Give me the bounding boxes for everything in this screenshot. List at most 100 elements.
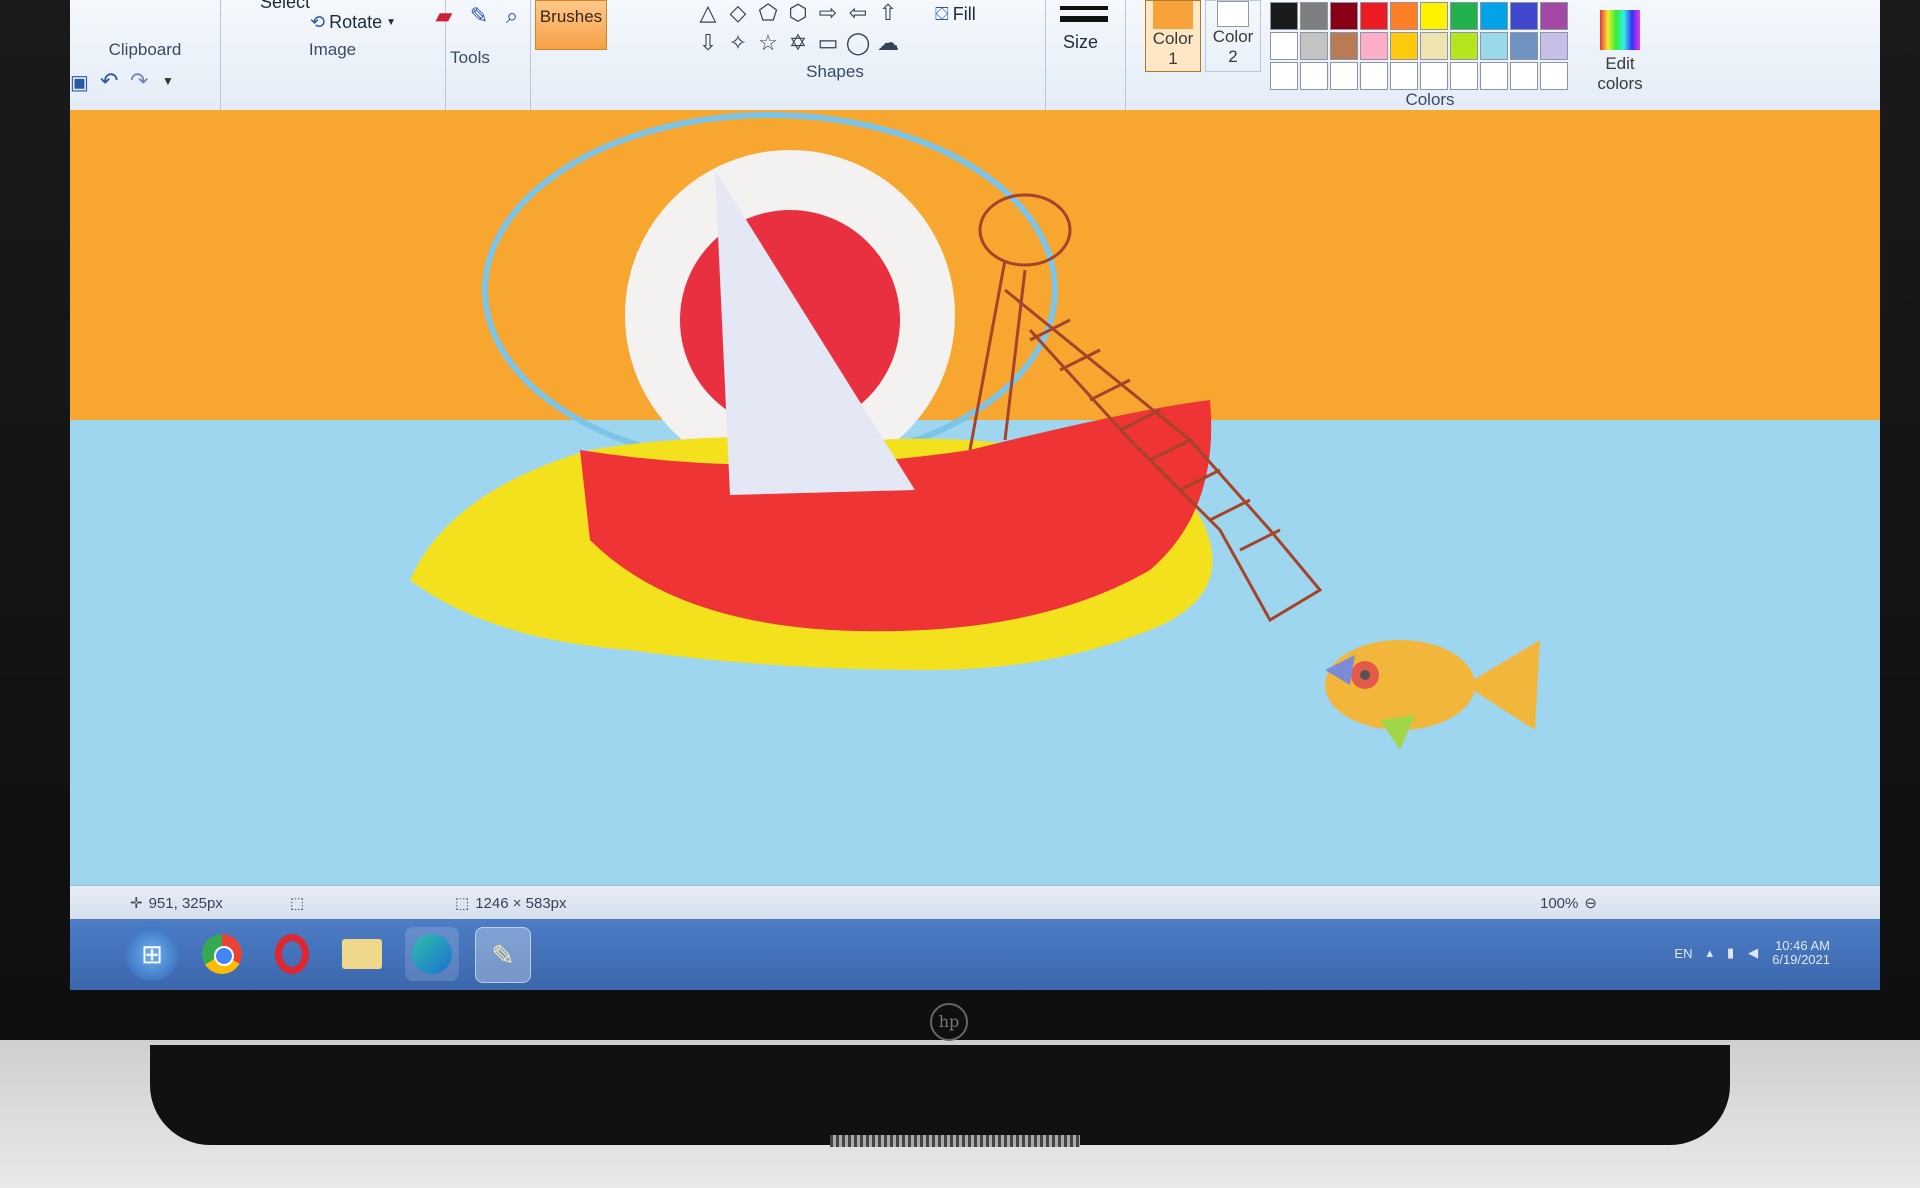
palette-swatch-empty[interactable]	[1270, 62, 1298, 90]
image-size-icon: ⬚	[455, 895, 470, 912]
hp-logo: hp	[930, 1003, 968, 1041]
save-icon[interactable]: ▣	[70, 70, 89, 95]
palette-swatch[interactable]	[1390, 2, 1418, 30]
palette-swatch[interactable]	[1480, 32, 1508, 60]
rotate-label: Rotate	[329, 12, 383, 32]
palette-swatch[interactable]	[1300, 2, 1328, 30]
explorer-taskbar-button[interactable]	[335, 927, 389, 981]
taskbar: ⊞ ✎ EN ▴ ▮ ◀ 10:46 AM 6/19/2021	[70, 919, 1880, 990]
arrow-down-shape-icon[interactable]: ⇩	[695, 30, 721, 56]
palette-swatch[interactable]	[1330, 2, 1358, 30]
zoom-text: 100%	[1540, 894, 1579, 912]
palette-swatch[interactable]	[1540, 32, 1568, 60]
palette-swatch[interactable]	[1510, 2, 1538, 30]
callout-cloud-shape-icon[interactable]: ☁	[875, 30, 901, 56]
eraser-icon[interactable]: ▰	[430, 2, 458, 30]
star5-shape-icon[interactable]: ☆	[755, 30, 781, 56]
color2-swatch	[1217, 1, 1249, 27]
edge-icon	[412, 934, 452, 974]
volume-icon[interactable]: ◀	[1748, 945, 1758, 961]
zoom-out-icon[interactable]: ⊖	[1584, 894, 1597, 912]
chrome-taskbar-button[interactable]	[195, 927, 249, 981]
opera-taskbar-button[interactable]	[265, 927, 319, 981]
fill-button[interactable]: ⛋ Fill	[935, 4, 976, 25]
opera-icon	[275, 934, 309, 974]
paint-icon: ✎	[491, 939, 515, 971]
canvas-area[interactable]	[70, 110, 1880, 920]
color1-button[interactable]: Color 1	[1145, 0, 1201, 72]
windows-logo-icon: ⊞	[141, 938, 163, 969]
hexagon-shape-icon[interactable]: ⬡	[785, 0, 811, 26]
palette-swatch[interactable]	[1510, 32, 1538, 60]
palette-swatch-empty[interactable]	[1450, 62, 1478, 90]
clock[interactable]: 10:46 AM 6/19/2021	[1772, 939, 1830, 967]
palette-swatch-empty[interactable]	[1420, 62, 1448, 90]
laptop-hinge	[150, 1045, 1730, 1145]
start-button[interactable]: ⊞	[125, 927, 179, 981]
brushes-button[interactable]: Brushes	[535, 0, 607, 50]
palette-swatch-empty[interactable]	[1330, 62, 1358, 90]
rotate-button[interactable]: ⟲ Rotate ▼	[310, 12, 396, 33]
palette-swatch-empty[interactable]	[1480, 62, 1508, 90]
selection-size: ⬚	[290, 894, 304, 912]
edit-colors-label: Edit colors	[1597, 54, 1643, 93]
tools-group: ▰ ✎ ⌕ Tools	[410, 0, 531, 120]
palette-swatch[interactable]	[1270, 2, 1298, 30]
customize-qat-icon[interactable]: ▼	[162, 74, 174, 88]
palette-swatch[interactable]	[1360, 32, 1388, 60]
redo-icon[interactable]: ↷	[130, 68, 148, 94]
edge-taskbar-button[interactable]	[405, 927, 459, 981]
drawing-canvas[interactable]	[70, 110, 1880, 920]
palette-swatch-empty[interactable]	[1540, 62, 1568, 90]
chrome-icon	[202, 934, 242, 974]
palette-swatch[interactable]	[1450, 32, 1478, 60]
star4-shape-icon[interactable]: ✧	[725, 30, 751, 56]
rotate-icon: ⟲	[310, 12, 326, 32]
pentagon-shape-icon[interactable]: ⬠	[755, 0, 781, 26]
color-picker-icon[interactable]: ✎	[465, 2, 493, 30]
callout-rect-shape-icon[interactable]: ▭	[815, 30, 841, 56]
size-line-icon	[1060, 16, 1108, 22]
palette-swatch[interactable]	[1540, 2, 1568, 30]
palette-swatch-empty[interactable]	[1390, 62, 1418, 90]
arrow-up-shape-icon[interactable]: ⇧	[875, 0, 901, 26]
edit-colors-button[interactable]: Edit colors	[1590, 0, 1650, 110]
callout-oval-shape-icon[interactable]: ◯	[845, 30, 871, 56]
status-bar: ✛ 951, 325px ⬚ ⬚ 1246 × 583px 100% ⊖	[70, 885, 1880, 920]
palette-swatch[interactable]	[1360, 2, 1388, 30]
undo-icon[interactable]: ↶	[100, 68, 118, 94]
palette-swatch[interactable]	[1390, 32, 1418, 60]
network-icon[interactable]: ▮	[1727, 945, 1734, 961]
magnifier-icon[interactable]: ⌕	[498, 2, 526, 30]
selection-icon: ⬚	[290, 895, 305, 912]
size-button[interactable]: Size	[1063, 32, 1098, 53]
select-button[interactable]: Select	[260, 0, 310, 13]
image-size-text: 1246 × 583px	[475, 894, 567, 912]
fill-label: Fill	[952, 4, 976, 24]
palette-swatch[interactable]	[1420, 2, 1448, 30]
color-palette	[1270, 0, 1590, 100]
palette-swatch-empty[interactable]	[1300, 62, 1328, 90]
palette-swatch[interactable]	[1420, 32, 1448, 60]
palette-swatch[interactable]	[1270, 32, 1298, 60]
palette-swatch-empty[interactable]	[1510, 62, 1538, 90]
language-indicator[interactable]: EN	[1674, 946, 1692, 961]
palette-swatch[interactable]	[1330, 32, 1358, 60]
color2-button[interactable]: Color 2	[1205, 0, 1261, 72]
palette-swatch[interactable]	[1300, 32, 1328, 60]
shapes-group: △ ◇ ⬠ ⬡ ⇨ ⇦ ⇧ ⇩ ✧ ☆ ✡ ▭ ◯ ☁ ⛋ Fill Shape…	[625, 0, 1046, 120]
shapes-label: Shapes	[806, 62, 864, 81]
arrow-left-shape-icon[interactable]: ⇦	[845, 0, 871, 26]
diamond-shape-icon[interactable]: ◇	[725, 0, 751, 26]
palette-swatch-empty[interactable]	[1360, 62, 1388, 90]
tools-label: Tools	[450, 48, 490, 67]
fill-bucket-icon: ⛋	[935, 4, 949, 24]
clock-date: 6/19/2021	[1772, 952, 1830, 967]
show-hidden-icons-icon[interactable]: ▴	[1706, 945, 1713, 961]
palette-swatch[interactable]	[1450, 2, 1478, 30]
palette-swatch[interactable]	[1480, 2, 1508, 30]
star6-shape-icon[interactable]: ✡	[785, 30, 811, 56]
arrow-right-shape-icon[interactable]: ⇨	[815, 0, 841, 26]
paint-taskbar-button[interactable]: ✎	[475, 927, 531, 983]
triangle-shape-icon[interactable]: △	[695, 0, 721, 26]
